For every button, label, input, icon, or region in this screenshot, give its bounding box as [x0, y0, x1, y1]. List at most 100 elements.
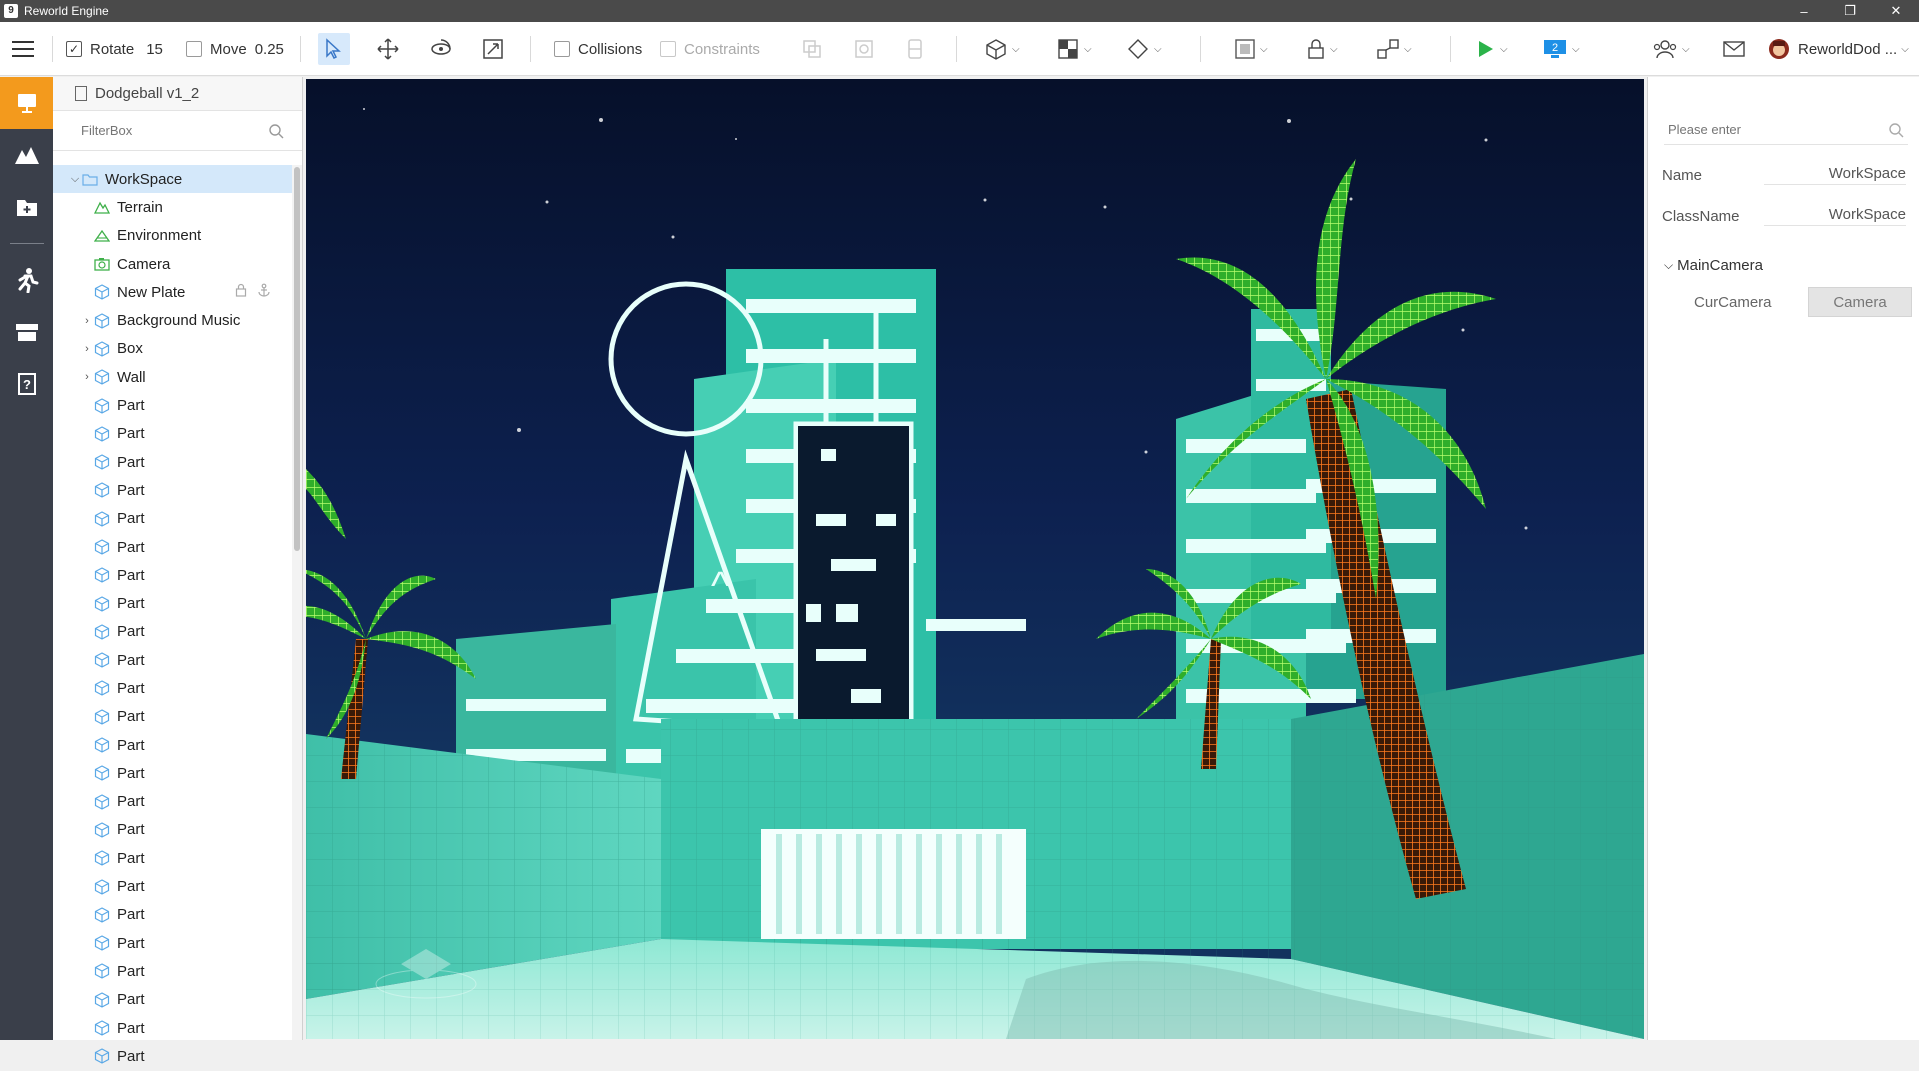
cube-icon: [93, 907, 111, 923]
close-button[interactable]: ✕: [1873, 0, 1919, 22]
tree-item-part[interactable]: Part: [53, 759, 293, 787]
constraints-toggle[interactable]: Constraints: [660, 22, 760, 76]
part-dropdown[interactable]: ⌵: [984, 22, 1020, 76]
restore-button[interactable]: ❐: [1827, 0, 1873, 22]
tree-item-part[interactable]: Part: [53, 561, 293, 589]
property-name-value[interactable]: WorkSpace: [1764, 165, 1906, 185]
property-search-input[interactable]: [1668, 122, 1858, 137]
menu-button[interactable]: [12, 22, 34, 76]
minimize-button[interactable]: –: [1781, 0, 1827, 22]
chevron-right-icon[interactable]: ›: [81, 343, 93, 355]
rotate-toggle[interactable]: ✓ Rotate 15: [66, 22, 163, 76]
filter-input[interactable]: [81, 123, 241, 138]
constraints-checkbox[interactable]: [660, 41, 676, 57]
tree-item-part[interactable]: Part: [53, 618, 293, 646]
tree-item-part[interactable]: Part: [53, 844, 293, 872]
rail-character-button[interactable]: [0, 254, 53, 306]
search-icon[interactable]: [1888, 122, 1904, 138]
tree-item-new-plate[interactable]: New Plate: [53, 278, 293, 306]
user-menu[interactable]: ReworldDod ... ⌵: [1768, 22, 1909, 76]
rotate-checkbox[interactable]: ✓: [66, 41, 82, 57]
tree-item-part[interactable]: Part: [53, 816, 293, 844]
tree-item-part[interactable]: Part: [53, 872, 293, 900]
tree-item-part[interactable]: Part: [53, 929, 293, 957]
material-dropdown[interactable]: ⌵: [1056, 22, 1092, 76]
tree-item-part[interactable]: Part: [53, 901, 293, 929]
svg-text:^: ^: [711, 564, 730, 608]
play-dropdown[interactable]: ⌵: [1474, 22, 1508, 76]
tree-item-part[interactable]: Part: [53, 476, 293, 504]
curcamera-picker-button[interactable]: Camera: [1808, 287, 1912, 317]
device-badge: 2: [1552, 42, 1558, 54]
tree-item-part[interactable]: Part: [53, 788, 293, 816]
tree-root-workspace[interactable]: ⌵ WorkSpace: [53, 165, 293, 194]
group-button[interactable]: [796, 33, 828, 65]
scene-viewport[interactable]: ^: [306, 79, 1644, 1039]
property-classname-row: ClassName WorkSpace: [1662, 202, 1906, 230]
ungroup-button[interactable]: [848, 33, 880, 65]
tree-item-part[interactable]: Part: [53, 646, 293, 674]
rail-terrain-button[interactable]: [0, 129, 53, 181]
tree-item-label: Part: [117, 764, 145, 782]
chevron-down-icon: ⌵: [1572, 43, 1580, 55]
color-dropdown[interactable]: ⌵: [1126, 22, 1162, 76]
tree-item-environment[interactable]: Environment: [53, 222, 293, 250]
tree-item-part[interactable]: Part: [53, 986, 293, 1014]
chevron-right-icon[interactable]: ›: [81, 315, 93, 327]
chevron-down-icon[interactable]: ⌵: [69, 173, 81, 186]
tree-item-part[interactable]: Part: [53, 533, 293, 561]
chevron-right-icon[interactable]: ›: [81, 371, 93, 383]
explorer-scrollbar[interactable]: [292, 165, 302, 1040]
rail-help-button[interactable]: ?: [0, 358, 53, 410]
tree-item-part[interactable]: Part: [53, 731, 293, 759]
tree-item-part[interactable]: Part: [53, 505, 293, 533]
lock-dropdown[interactable]: ⌵: [1306, 22, 1338, 76]
cube-icon: [93, 511, 111, 527]
rail-store-button[interactable]: [0, 306, 53, 358]
ungroup-icon: [855, 40, 873, 58]
tree-item-part[interactable]: Part: [53, 391, 293, 419]
tree-item-part[interactable]: Part: [53, 1014, 293, 1042]
cube-icon: [93, 709, 111, 725]
tree-item-part[interactable]: Part: [53, 674, 293, 702]
collaborators-dropdown[interactable]: ⌵: [1652, 22, 1690, 76]
tree-item-wall[interactable]: › Wall: [53, 363, 293, 391]
property-name-row: Name WorkSpace: [1662, 161, 1906, 189]
messages-button[interactable]: [1718, 33, 1750, 65]
rail-workspace-button[interactable]: [0, 77, 53, 129]
rail-add-asset-button[interactable]: [0, 181, 53, 233]
move-checkbox[interactable]: [186, 41, 202, 57]
search-icon[interactable]: [268, 123, 284, 139]
tree-item-part[interactable]: Part: [53, 1042, 293, 1070]
anchor-button[interactable]: [899, 33, 931, 65]
document-tab[interactable]: Dodgeball v1_2: [53, 77, 302, 111]
tree-item-background-music[interactable]: › Background Music: [53, 306, 293, 334]
tree-item-part[interactable]: Part: [53, 957, 293, 985]
lock-icon[interactable]: [235, 283, 247, 301]
tree-item-part[interactable]: Part: [53, 703, 293, 731]
maincamera-section[interactable]: ⌵ MainCamera: [1664, 257, 1763, 274]
collisions-checkbox[interactable]: [554, 41, 570, 57]
anchor-icon[interactable]: [257, 283, 271, 301]
joint-dropdown[interactable]: ⌵: [1376, 22, 1412, 76]
tree-item-camera[interactable]: Camera: [53, 250, 293, 278]
tree-item-box[interactable]: › Box: [53, 335, 293, 363]
tree-item-terrain[interactable]: Terrain: [53, 193, 293, 221]
rotate-step-value[interactable]: 15: [146, 41, 163, 58]
tree-item-label: Terrain: [117, 198, 163, 216]
move-tool-button[interactable]: [372, 33, 404, 65]
move-step-value[interactable]: 0.25: [255, 41, 284, 58]
move-toggle[interactable]: Move 0.25: [186, 22, 284, 76]
tree-item-part[interactable]: Part: [53, 589, 293, 617]
chevron-down-icon: ⌵: [1901, 43, 1909, 55]
scrollbar-thumb[interactable]: [294, 167, 300, 551]
scale-tool-button[interactable]: [477, 33, 509, 65]
tree-item-label: Part: [117, 425, 145, 443]
rotate-tool-button[interactable]: [425, 33, 457, 65]
collisions-toggle[interactable]: Collisions: [554, 22, 642, 76]
tree-item-part[interactable]: Part: [53, 420, 293, 448]
transform-dropdown[interactable]: ⌵: [1234, 22, 1268, 76]
select-tool-button[interactable]: [318, 33, 350, 65]
tree-item-part[interactable]: Part: [53, 448, 293, 476]
device-dropdown[interactable]: 2 ⌵: [1542, 22, 1580, 76]
